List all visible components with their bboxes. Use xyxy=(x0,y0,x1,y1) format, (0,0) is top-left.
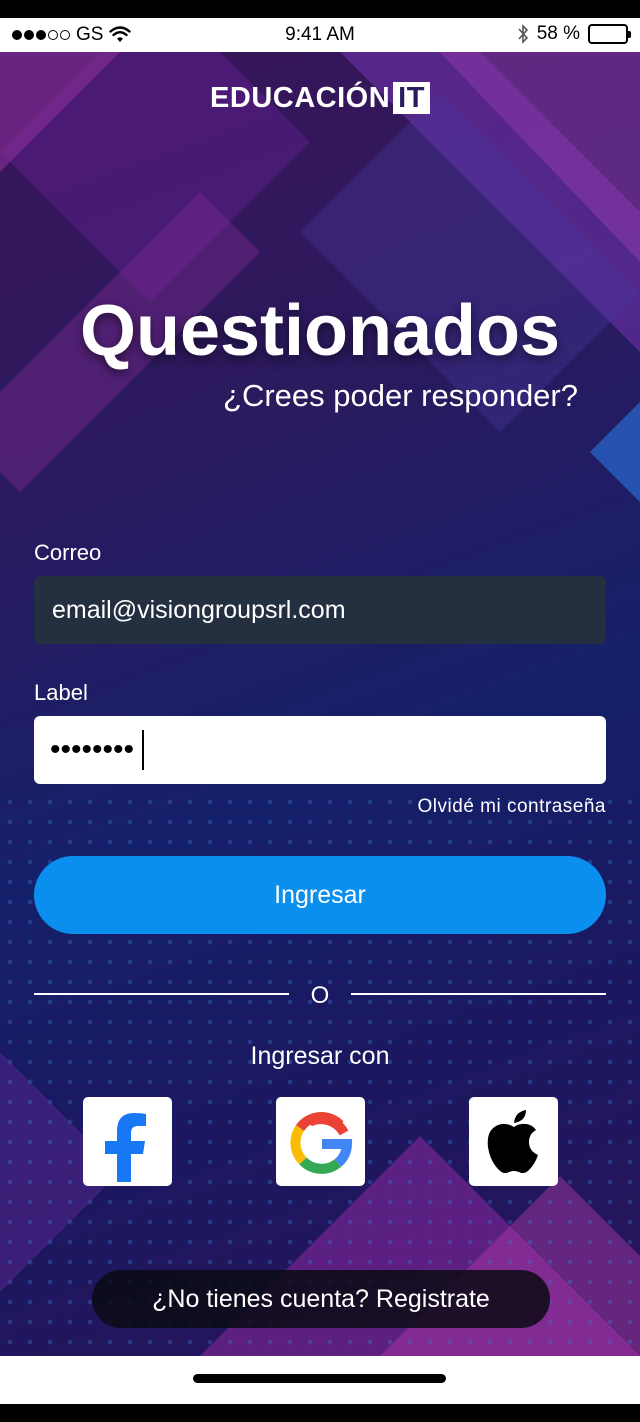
forgot-password-link[interactable]: Olvidé mi contraseña xyxy=(418,796,606,818)
text-caret xyxy=(142,730,145,770)
bluetooth-icon xyxy=(518,24,528,44)
battery-percent: 58 % xyxy=(536,23,580,44)
divider-line-right xyxy=(351,993,606,995)
brand-logo: EDUCACIÓN IT xyxy=(0,82,640,115)
brand-name: EDUCACIÓN xyxy=(210,82,391,114)
app-title: Questionados xyxy=(79,291,561,371)
google-login-button[interactable] xyxy=(276,1097,365,1186)
apple-login-button[interactable] xyxy=(469,1097,558,1186)
password-label: Label xyxy=(34,680,88,705)
status-bar: GS 9:41 AM 58 % xyxy=(0,18,640,52)
password-value: •••••••• xyxy=(50,733,135,766)
battery-icon xyxy=(588,24,631,44)
divider-text: O xyxy=(310,982,330,1009)
email-field[interactable]: email@visiongroupsrl.com xyxy=(34,576,606,644)
password-field[interactable]: •••••••• xyxy=(34,716,606,784)
home-indicator[interactable] xyxy=(193,1374,446,1383)
login-screen: EDUCACIÓN IT Questionados ¿Crees poder re… xyxy=(0,52,640,1356)
top-bezel xyxy=(0,0,640,18)
login-button[interactable]: Ingresar xyxy=(34,856,606,934)
email-label: Correo xyxy=(34,540,102,565)
status-right: 58 % xyxy=(517,23,631,45)
home-bar xyxy=(0,1356,640,1404)
bottom-bezel xyxy=(0,1404,640,1422)
apple-icon xyxy=(487,1109,538,1173)
or-divider: O xyxy=(34,982,606,1012)
facebook-icon xyxy=(104,1112,146,1182)
register-link[interactable]: ¿No tienes cuenta? Registrate xyxy=(92,1270,550,1328)
facebook-login-button[interactable] xyxy=(83,1097,172,1186)
brand-suffix: IT xyxy=(393,82,430,114)
google-icon xyxy=(289,1111,352,1175)
social-login-caption: Ingresar con xyxy=(250,1042,390,1070)
app-subtitle: ¿Crees poder responder? xyxy=(223,378,578,413)
